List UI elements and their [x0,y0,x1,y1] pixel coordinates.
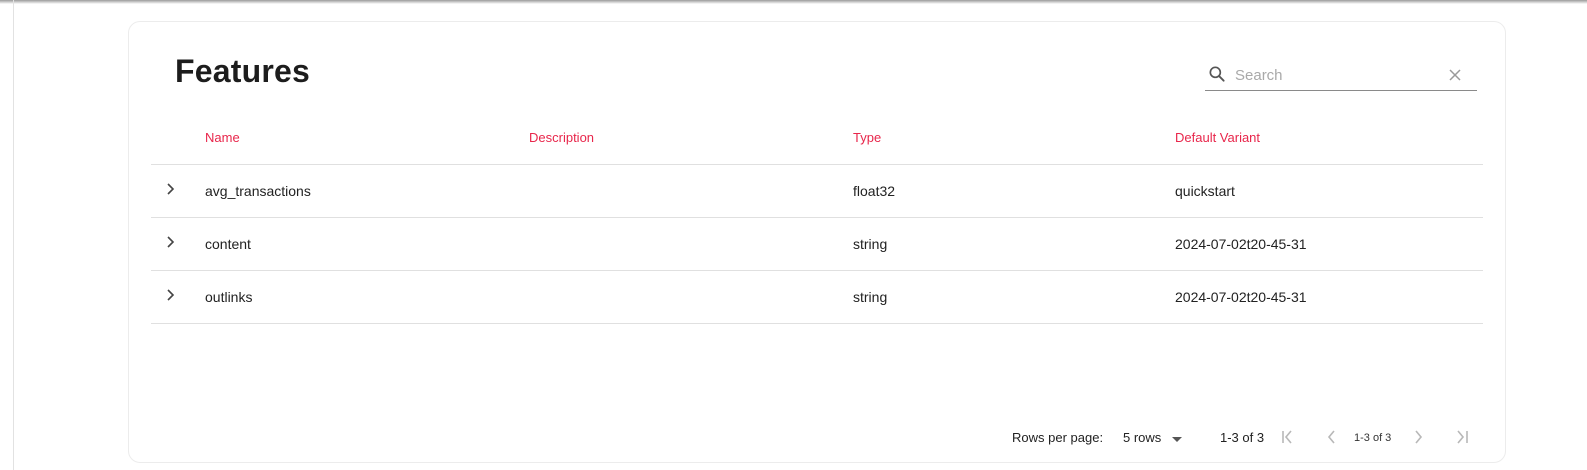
table-header: Name Description Type Default Variant [151,114,1483,165]
search-icon [1209,66,1225,82]
rows-per-page-select[interactable]: 5 rows [1123,429,1193,449]
chevron-right-icon[interactable] [163,285,179,305]
cell-type: string [853,289,888,305]
page-indicator: 1-3 of 3 [1354,432,1392,444]
pagination-range: 1-3 of 3 [1220,430,1265,445]
cell-default-variant: quickstart [1175,183,1235,199]
cell-default-variant: 2024-07-02t20-45-31 [1175,236,1307,252]
page-title: Features [175,53,310,89]
search-field [1205,62,1477,91]
table-row[interactable]: content string 2024-07-02t20-45-31 [151,218,1483,271]
previous-page-icon[interactable] [1323,428,1341,446]
cell-type: float32 [853,183,896,199]
column-header-description[interactable]: Description [529,130,594,145]
features-card: Features Name Description Type Default V… [128,21,1506,463]
cell-name: avg_transactions [205,183,311,199]
table-row[interactable]: avg_transactions float32 quickstart [151,165,1483,218]
cell-default-variant: 2024-07-02t20-45-31 [1175,289,1307,305]
rows-per-page-value: 5 rows [1123,430,1162,445]
cell-type: string [853,236,888,252]
table-row[interactable]: outlinks string 2024-07-02t20-45-31 [151,271,1483,324]
column-header-type[interactable]: Type [853,130,881,145]
column-header-name[interactable]: Name [205,130,240,145]
first-page-icon[interactable] [1279,428,1297,446]
cell-name: outlinks [205,289,253,305]
close-icon[interactable] [1445,65,1465,85]
next-page-icon[interactable] [1409,428,1427,446]
column-header-default-variant[interactable]: Default Variant [1175,130,1260,145]
left-divider [13,0,14,470]
chevron-right-icon[interactable] [163,179,179,199]
caret-down-icon [1172,437,1182,442]
chevron-right-icon[interactable] [163,232,179,252]
last-page-icon[interactable] [1453,428,1471,446]
cell-name: content [205,236,251,252]
top-shadow [0,0,1587,4]
features-table: Name Description Type Default Variant av… [151,114,1483,324]
search-input[interactable] [1235,64,1435,86]
rows-per-page-label: Rows per page: [1012,430,1104,445]
